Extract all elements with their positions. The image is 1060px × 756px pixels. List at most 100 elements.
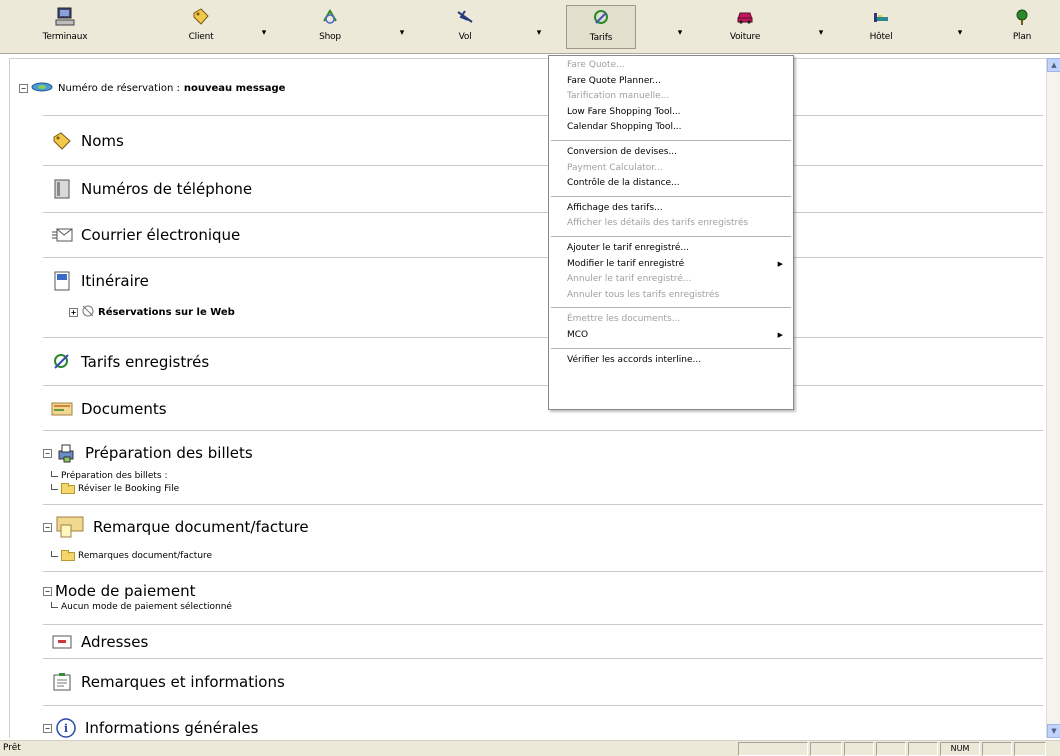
section-title: Préparation des billets (85, 444, 253, 462)
remarks-icon (51, 672, 73, 692)
section-phones-header[interactable]: Numéros de téléphone (51, 179, 252, 199)
section-payment-header[interactable]: − Mode de paiement (43, 582, 196, 600)
section-email: Courrier électronique (43, 212, 1043, 257)
section-ticket-prep-header[interactable]: − Préparation des billets (43, 443, 253, 463)
shop-button[interactable]: Shop (295, 5, 365, 49)
scroll-down-arrow[interactable]: ▼ (1047, 724, 1060, 738)
ticket-prep-detail-text: Préparation des billets : (61, 471, 168, 481)
menu-item: Fare Quote... (549, 58, 793, 74)
doc-remark-folder[interactable]: Remarques document/facture (51, 549, 212, 561)
menu-item: Annuler tous les tarifs enregistrés (549, 288, 793, 304)
menu-item-label: Fare Quote... (567, 60, 625, 70)
section-documents: Documents (43, 385, 1043, 430)
vertical-scrollbar[interactable]: ▲ ▼ (1046, 58, 1060, 738)
section-title: Documents (81, 400, 167, 418)
menu-item[interactable]: Vérifier les accords interline... (549, 353, 793, 369)
section-title: Informations générales (85, 719, 259, 737)
status-bar: Prêt NUM (0, 740, 1060, 756)
voiture-dropdown-arrow[interactable]: ▾ (816, 28, 826, 38)
status-text: Prêt (3, 743, 21, 753)
section-names-header[interactable]: Noms (51, 131, 124, 151)
terminaux-button[interactable]: Terminaux (30, 5, 100, 49)
ticket-prep-folder[interactable]: Réviser le Booking File (51, 482, 180, 494)
toolbar: Terminaux Client ▾ Shop ▾ Vol ▾ Tarifs ▾… (0, 0, 1060, 54)
client-button[interactable]: Client (166, 5, 236, 49)
menu-item[interactable]: Low Fare Shopping Tool... (549, 105, 793, 121)
car-icon (735, 5, 755, 29)
menu-item[interactable]: Fare Quote Planner... (549, 74, 793, 90)
folder-icon (61, 549, 75, 561)
status-pane (810, 742, 842, 756)
ticket-prep-folder-text: Réviser le Booking File (78, 484, 180, 494)
section-remarks-header[interactable]: Remarques et informations (51, 672, 285, 692)
menu-item[interactable]: Affichage des tarifs... (549, 201, 793, 217)
menu-item[interactable]: Modifier le tarif enregistré ▶ (549, 257, 793, 273)
web-reservations-label: Réservations sur le Web (98, 307, 235, 318)
collapse-toggle[interactable]: − (43, 448, 52, 458)
section-stored-fares-header[interactable]: Tarifs enregistrés (51, 352, 209, 372)
status-pane (908, 742, 938, 756)
menu-item-label: Modifier le tarif enregistré (567, 258, 685, 269)
menu-item: Payment Calculator... (549, 161, 793, 177)
section-itinerary-header[interactable]: Itinéraire (51, 271, 149, 291)
menu-item[interactable]: MCO ▶ (549, 328, 793, 344)
airplane-icon (455, 5, 475, 29)
scroll-up-arrow[interactable]: ▲ (1047, 58, 1060, 72)
email-icon (51, 225, 73, 245)
menu-item: Émettre les documents... (549, 312, 793, 328)
menu-item-label: Low Fare Shopping Tool... (567, 106, 681, 117)
hotel-button[interactable]: Hôtel (846, 5, 916, 49)
menu-item-label: Annuler le tarif enregistré... (567, 274, 692, 285)
menu-item: Annuler le tarif enregistré... (549, 272, 793, 288)
collapse-toggle[interactable]: − (43, 586, 52, 596)
shop-dropdown-arrow[interactable]: ▾ (397, 28, 407, 38)
menu-item[interactable]: Contrôle de la distance... (549, 176, 793, 192)
menu-item-label: Afficher les détails des tarifs enregist… (567, 218, 749, 229)
status-pane (738, 742, 808, 756)
svg-text:i: i (64, 722, 68, 735)
section-title: Remarque document/facture (93, 518, 309, 536)
section-title: Itinéraire (81, 272, 149, 290)
section-doc-remark-header[interactable]: − Remarque document/facture (43, 516, 309, 538)
section-title: Mode de paiement (55, 582, 196, 600)
section-title: Courrier électronique (81, 226, 241, 244)
section-documents-header[interactable]: Documents (51, 399, 167, 419)
menu-separator (551, 195, 791, 197)
hotel-dropdown-arrow[interactable]: ▾ (955, 28, 965, 38)
vol-button[interactable]: Vol (430, 5, 500, 49)
menu-item[interactable]: Ajouter le tarif enregistré... (549, 241, 793, 257)
voiture-button[interactable]: Voiture (710, 5, 780, 49)
status-pane (1014, 742, 1046, 756)
menu-item[interactable]: Calendar Shopping Tool... (549, 120, 793, 136)
section-title: Adresses (81, 633, 149, 651)
vol-dropdown-arrow[interactable]: ▾ (534, 28, 544, 38)
status-pane (982, 742, 1012, 756)
tarifs-dropdown-arrow[interactable]: ▾ (675, 28, 685, 38)
tag-icon (191, 5, 211, 29)
collapse-toggle[interactable]: − (19, 83, 28, 93)
menu-separator (551, 139, 791, 141)
section-addresses-header[interactable]: Adresses (51, 632, 148, 652)
client-dropdown-arrow[interactable]: ▾ (259, 28, 269, 38)
menu-item-label: Affichage des tarifs... (567, 202, 663, 213)
payment-detail: Aucun mode de paiement sélectionné (51, 602, 232, 612)
section-title: Tarifs enregistrés (81, 353, 210, 371)
menu-item[interactable]: Conversion de devises... (549, 145, 793, 161)
status-pane (844, 742, 874, 756)
expand-toggle[interactable]: + (69, 308, 78, 317)
toolbar-label: Client (188, 32, 214, 42)
section-doc-remark: − Remarque document/facture Remarques do… (43, 504, 1043, 571)
collapse-toggle[interactable]: − (43, 522, 52, 532)
section-email-header[interactable]: Courrier électronique (51, 225, 240, 245)
booking-globe-icon (31, 81, 53, 96)
booking-number-row: − Numéro de réservation : nouveau messag… (19, 79, 285, 97)
tarifs-button[interactable]: Tarifs (566, 5, 636, 49)
plan-button[interactable]: Plan (987, 5, 1057, 49)
hotel-bed-icon (871, 5, 891, 29)
section-general: − i Informations générales (43, 705, 1043, 738)
section-names: Noms (43, 115, 1043, 165)
booking-number-label: Numéro de réservation : (58, 82, 180, 94)
section-general-header[interactable]: − i Informations générales (43, 718, 258, 738)
collapse-toggle[interactable]: − (43, 723, 52, 733)
menu-item: Afficher les détails des tarifs enregist… (549, 216, 793, 232)
